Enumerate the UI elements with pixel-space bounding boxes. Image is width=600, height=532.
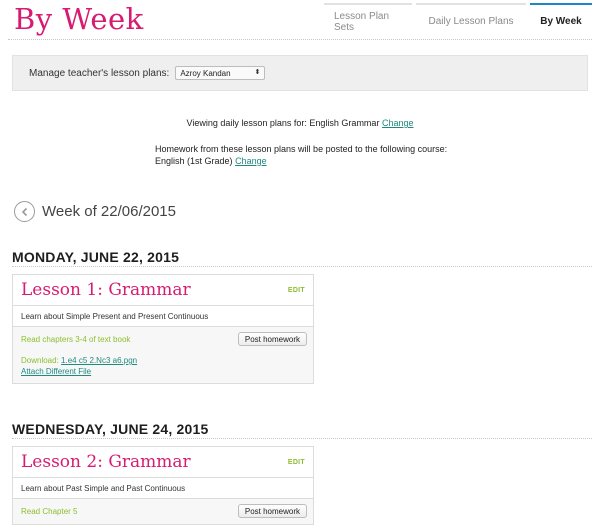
previous-week-button[interactable]	[14, 201, 35, 222]
post-homework-button[interactable]: Post homework	[237, 332, 307, 346]
attach-different-file-link[interactable]: Attach Different File	[21, 367, 91, 376]
lesson-homework-section: Read chapters 3-4 of text book Post home…	[13, 327, 313, 383]
view-tabs: Lesson Plan Sets Daily Lesson Plans By W…	[320, 0, 592, 38]
download-line: Download: 1.e4 c5 2.Nc3 a6.pgn	[21, 355, 307, 366]
day-divider	[12, 266, 592, 267]
edit-lesson-link[interactable]: EDIT	[288, 459, 305, 466]
homework-text: Read chapters 3-4 of text book	[21, 334, 131, 344]
day-heading-monday: MONDAY, JUNE 22, 2015	[12, 249, 180, 265]
lesson-homework-section: Read Chapter 5 Post homework	[13, 499, 313, 524]
lesson-description: Learn about Past Simple and Past Continu…	[13, 478, 313, 499]
lesson-card-header: Lesson 1: Grammar EDIT	[13, 275, 313, 306]
viewing-course-line: Viewing daily lesson plans for: English …	[0, 118, 600, 128]
day-heading-wednesday: WEDNESDAY, JUNE 24, 2015	[12, 421, 209, 437]
select-arrows-icon: ⬍	[254, 69, 261, 76]
tab-lesson-plan-sets[interactable]: Lesson Plan Sets	[324, 3, 412, 38]
tab-by-week[interactable]: By Week	[530, 3, 592, 38]
download-label: Download:	[21, 356, 59, 365]
homework-text: Read Chapter 5	[21, 506, 78, 516]
teacher-select-value: Azroy Kandan	[180, 68, 231, 78]
lesson-card-header: Lesson 2: Grammar EDIT	[13, 447, 313, 478]
week-label: Week of 22/06/2015	[42, 203, 176, 220]
manage-teacher-bar: Manage teacher's lesson plans: Azroy Kan…	[12, 55, 588, 91]
week-navigation: Week of 22/06/2015	[14, 201, 176, 222]
lesson-title: Lesson 2: Grammar	[21, 452, 191, 472]
download-file-link[interactable]: 1.e4 c5 2.Nc3 a6.pgn	[61, 356, 137, 365]
lesson-title: Lesson 1: Grammar	[21, 280, 191, 300]
post-homework-button[interactable]: Post homework	[237, 504, 307, 518]
header-divider	[8, 39, 592, 40]
page-title: By Week	[14, 2, 144, 36]
change-course-link[interactable]: Change	[382, 118, 414, 128]
change-homework-course-link[interactable]: Change	[235, 156, 267, 166]
lesson-description: Learn about Simple Present and Present C…	[13, 306, 313, 327]
teacher-select[interactable]: Azroy Kandan ⬍	[175, 66, 266, 80]
lesson-card: Lesson 1: Grammar EDIT Learn about Simpl…	[12, 274, 314, 384]
chevron-left-icon	[21, 207, 27, 216]
viewing-text: Viewing daily lesson plans for: English …	[186, 118, 380, 128]
tab-daily-lesson-plans[interactable]: Daily Lesson Plans	[416, 3, 526, 38]
lesson-card: Lesson 2: Grammar EDIT Learn about Past …	[12, 446, 314, 525]
manage-teacher-label: Manage teacher's lesson plans:	[29, 67, 170, 79]
day-divider	[12, 438, 592, 439]
homework-course-name: English (1st Grade)	[155, 156, 233, 166]
homework-course-info: Homework from these lesson plans will be…	[155, 143, 447, 167]
edit-lesson-link[interactable]: EDIT	[288, 287, 305, 294]
homework-info-text: Homework from these lesson plans will be…	[155, 144, 448, 154]
